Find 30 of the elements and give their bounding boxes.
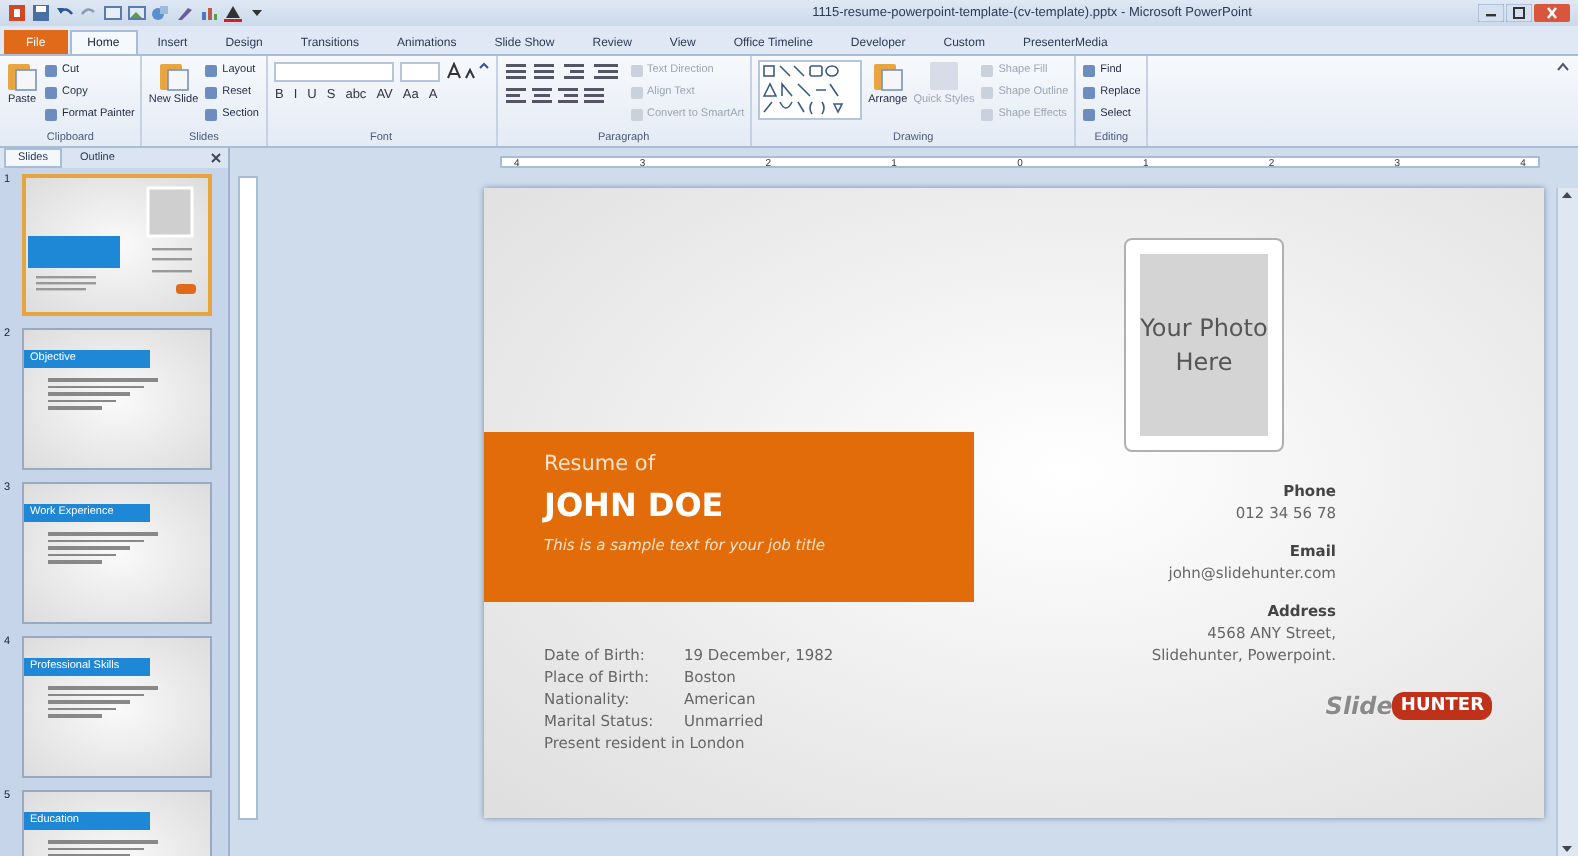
shapes-icon[interactable] xyxy=(152,4,170,22)
photo-area: Your Photo Here xyxy=(1140,254,1268,436)
close-icon[interactable] xyxy=(1534,4,1570,22)
scroll-up-icon[interactable] xyxy=(1558,188,1576,202)
text-color-icon[interactable] xyxy=(224,4,242,22)
collapse-ribbon-icon[interactable] xyxy=(1556,60,1570,74)
slideshow-icon[interactable] xyxy=(104,4,122,22)
scrollbar[interactable] xyxy=(1556,188,1578,856)
brush-icon[interactable] xyxy=(176,4,194,22)
command-icon[interactable] xyxy=(6,60,38,92)
save-icon[interactable] xyxy=(32,4,50,22)
slide-thumbnail[interactable] xyxy=(22,174,212,316)
maximize-icon[interactable] xyxy=(1506,4,1532,22)
app-icon[interactable] xyxy=(8,4,26,22)
shapes-gallery[interactable] xyxy=(758,60,863,120)
scroll-down-icon[interactable] xyxy=(1558,842,1576,856)
logo-badge: HUNTER xyxy=(1392,692,1492,720)
resume-intro: Resume of xyxy=(544,452,658,476)
close-icon[interactable] xyxy=(210,152,222,164)
font-size-field[interactable] xyxy=(399,61,439,81)
person-name: JOHN DOE xyxy=(544,486,726,524)
font-name-field[interactable] xyxy=(273,61,393,81)
minimize-icon[interactable] xyxy=(1478,4,1504,22)
logo-text: Slide xyxy=(1325,692,1393,720)
font-size-icon[interactable] xyxy=(445,62,489,80)
command-icon[interactable] xyxy=(871,60,904,92)
list-icons[interactable] xyxy=(503,62,623,80)
chart-icon[interactable] xyxy=(200,4,218,22)
picture-insert-icon[interactable] xyxy=(128,4,146,22)
command-icon[interactable] xyxy=(157,60,190,92)
